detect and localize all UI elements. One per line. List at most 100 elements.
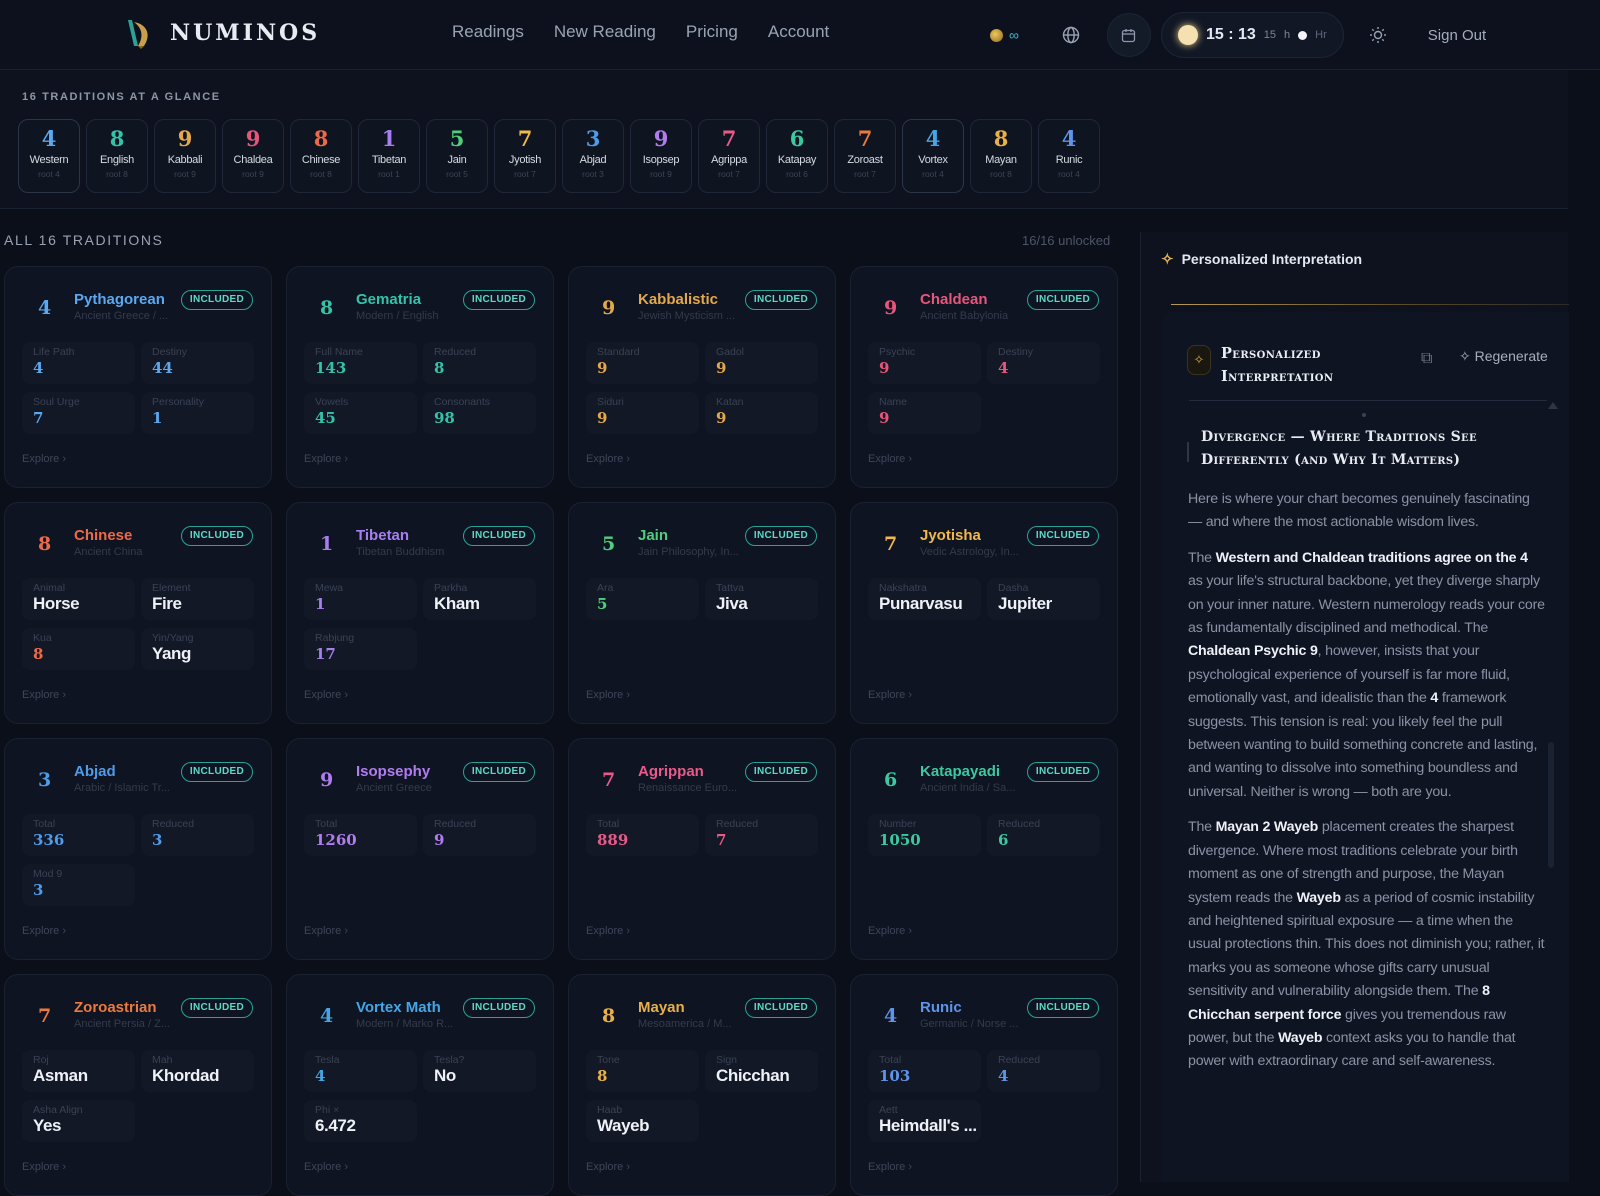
field-label: Destiny — [998, 346, 1034, 358]
glance-chip-chaldea[interactable]: 9 Chaldea root 9 — [222, 119, 284, 193]
glance-chip-abjad[interactable]: 3 Abjad root 3 — [562, 119, 624, 193]
chip-root: root 7 — [854, 169, 876, 179]
tradition-card-isopsephy[interactable]: 9 Isopsephy Ancient Greece INCLUDED Total 126… — [286, 738, 554, 960]
card-title[interactable]: Runic — [920, 999, 962, 1016]
tradition-card-kabbalistic[interactable]: 9 Kabbalistic Jewish Mysticism ... INCLUDED… — [568, 266, 836, 488]
chevron-right-icon: › — [905, 453, 913, 465]
card-title[interactable]: Isopsephy — [356, 763, 430, 780]
tradition-card-abjad[interactable]: 3 Abjad Arabic / Islamic Tr... INCLUDED Tota… — [4, 738, 272, 960]
credits-value: ∞ — [1009, 27, 1019, 43]
glance-chip-chinese[interactable]: 8 Chinese root 8 — [290, 119, 352, 193]
explore-link[interactable]: Explore › — [22, 1161, 66, 1173]
glance-chip-tibetan[interactable]: 1 Tibetan root 1 — [358, 119, 420, 193]
field-label: Roj — [33, 1054, 49, 1066]
card-title[interactable]: Jyotisha — [920, 527, 981, 544]
theme-toggle-button[interactable] — [1356, 13, 1400, 57]
glance-chip-agrippa[interactable]: 7 Agrippa root 7 — [698, 119, 760, 193]
explore-link[interactable]: Explore › — [22, 925, 66, 937]
credits-indicator[interactable]: ∞ — [990, 27, 1019, 43]
nav-new-reading[interactable]: New Reading — [554, 22, 656, 42]
main-nav: Readings New Reading Pricing Account — [452, 22, 829, 42]
explore-link[interactable]: Explore › — [304, 1161, 348, 1173]
field-label: Katan — [716, 396, 744, 408]
chip-root: root 7 — [514, 169, 536, 179]
glance-chip-english[interactable]: 8 English root 8 — [86, 119, 148, 193]
field-label: Tesla — [315, 1054, 340, 1066]
explore-link[interactable]: Explore › — [868, 453, 912, 465]
card-title[interactable]: Pythagorean — [74, 291, 165, 308]
explore-link[interactable]: Explore › — [304, 689, 348, 701]
card-title[interactable]: Chinese — [74, 527, 132, 544]
field-value: Asman — [33, 1066, 88, 1085]
calendar-button[interactable] — [1106, 13, 1151, 57]
glance-chip-mayan[interactable]: 8 Mayan root 8 — [970, 119, 1032, 193]
explore-label: Explore — [22, 689, 60, 701]
scroll-up-icon[interactable] — [1548, 402, 1558, 409]
explore-link[interactable]: Explore › — [586, 1161, 630, 1173]
field-nakshatra: Nakshatra Punarvasu — [868, 578, 981, 620]
language-button[interactable] — [1049, 13, 1093, 57]
explore-link[interactable]: Explore › — [22, 453, 66, 465]
chip-root: root 8 — [310, 169, 332, 179]
logo[interactable]: NUMINOS — [124, 16, 320, 50]
chip-root: root 7 — [718, 169, 740, 179]
tradition-card-chinese[interactable]: 8 Chinese Ancient China INCLUDED Animal Horse… — [4, 502, 272, 724]
card-title[interactable]: Jain — [638, 527, 668, 544]
tradition-card-runic[interactable]: 4 Runic Germanic / Norse ... INCLUDED Total 1… — [850, 974, 1118, 1196]
explore-link[interactable]: Explore › — [586, 925, 630, 937]
chip-number: 4 — [1061, 126, 1077, 151]
tradition-card-tibetan[interactable]: 1 Tibetan Tibetan Buddhism INCLUDED Mewa 1 Par… — [286, 502, 554, 724]
field-value: 3 — [152, 831, 163, 849]
tradition-card-jain[interactable]: 5 Jain Jain Philosophy, In... INCLUDED Ara 5 T… — [568, 502, 836, 724]
glance-chip-isopsep[interactable]: 9 Isopsep root 9 — [630, 119, 692, 193]
explore-link[interactable]: Explore › — [586, 689, 630, 701]
tradition-card-gematria[interactable]: 8 Gematria Modern / English INCLUDED Full Na… — [286, 266, 554, 488]
field-value: 103 — [879, 1067, 911, 1085]
field-value: 336 — [33, 831, 65, 849]
glance-chip-zoroast[interactable]: 7 Zoroast root 7 — [834, 119, 896, 193]
card-title[interactable]: Tibetan — [356, 527, 409, 544]
glance-chip-vortex[interactable]: 4 Vortex root 4 — [902, 119, 964, 193]
tradition-card-jyotisha[interactable]: 7 Jyotisha Vedic Astrology, In... INCLUDED N… — [850, 502, 1118, 724]
explore-link[interactable]: Explore › — [868, 1161, 912, 1173]
explore-link[interactable]: Explore › — [304, 925, 348, 937]
card-title[interactable]: Kabbalistic — [638, 291, 718, 308]
explore-link[interactable]: Explore › — [868, 925, 912, 937]
card-title[interactable]: Abjad — [74, 763, 116, 780]
glance-chip-kabbali[interactable]: 9 Kabbali root 9 — [154, 119, 216, 193]
nav-pricing[interactable]: Pricing — [686, 22, 738, 42]
nav-readings[interactable]: Readings — [452, 22, 524, 42]
calendar-icon — [1122, 28, 1136, 42]
card-title[interactable]: Gematria — [356, 291, 421, 308]
tradition-card-katapayadi[interactable]: 6 Katapayadi Ancient India / Sa... INCLUDED… — [850, 738, 1118, 960]
nav-account[interactable]: Account — [768, 22, 829, 42]
card-title[interactable]: Katapayadi — [920, 763, 1000, 780]
scrollbar-thumb[interactable] — [1548, 742, 1554, 868]
card-title[interactable]: Vortex Math — [356, 999, 441, 1016]
tradition-card-agrippan[interactable]: 7 Agrippan Renaissance Euro... INCLUDED Tota… — [568, 738, 836, 960]
glance-chip-runic[interactable]: 4 Runic root 4 — [1038, 119, 1100, 193]
tradition-card-vortex-math[interactable]: 4 Vortex Math Modern / Marko R... INCLUDED T… — [286, 974, 554, 1196]
sign-out-button[interactable]: Sign Out — [1428, 27, 1486, 44]
regenerate-button[interactable]: ✧ Regenerate — [1459, 348, 1548, 365]
tradition-card-mayan[interactable]: 8 Mayan Mesoamerica / M... INCLUDED Tone 8 Sig… — [568, 974, 836, 1196]
glance-chip-western[interactable]: 4 Western root 4 — [18, 119, 80, 193]
explore-link[interactable]: Explore › — [22, 689, 66, 701]
glance-chip-jyotish[interactable]: 7 Jyotish root 7 — [494, 119, 556, 193]
card-title[interactable]: Chaldean — [920, 291, 988, 308]
chip-name: Chaldea — [233, 154, 273, 166]
explore-link[interactable]: Explore › — [586, 453, 630, 465]
chip-name: Abjad — [579, 154, 607, 166]
explore-link[interactable]: Explore › — [868, 689, 912, 701]
card-title[interactable]: Mayan — [638, 999, 685, 1016]
tradition-card-zoroastrian[interactable]: 7 Zoroastrian Ancient Persia / Z... INCLUDE… — [4, 974, 272, 1196]
time-display[interactable]: 15 : 13 15 h Hr — [1160, 12, 1344, 58]
glance-chip-jain[interactable]: 5 Jain root 5 — [426, 119, 488, 193]
tradition-card-chaldean[interactable]: 9 Chaldean Ancient Babylonia INCLUDED Psychi… — [850, 266, 1118, 488]
copy-icon[interactable]: ⧉ — [1421, 350, 1432, 368]
tradition-card-pythagorean[interactable]: 4 Pythagorean Ancient Greece / ... INCLUDED… — [4, 266, 272, 488]
card-title[interactable]: Zoroastrian — [74, 999, 157, 1016]
glance-chip-katapay[interactable]: 6 Katapay root 6 — [766, 119, 828, 193]
card-title[interactable]: Agrippan — [638, 763, 704, 780]
explore-link[interactable]: Explore › — [304, 453, 348, 465]
